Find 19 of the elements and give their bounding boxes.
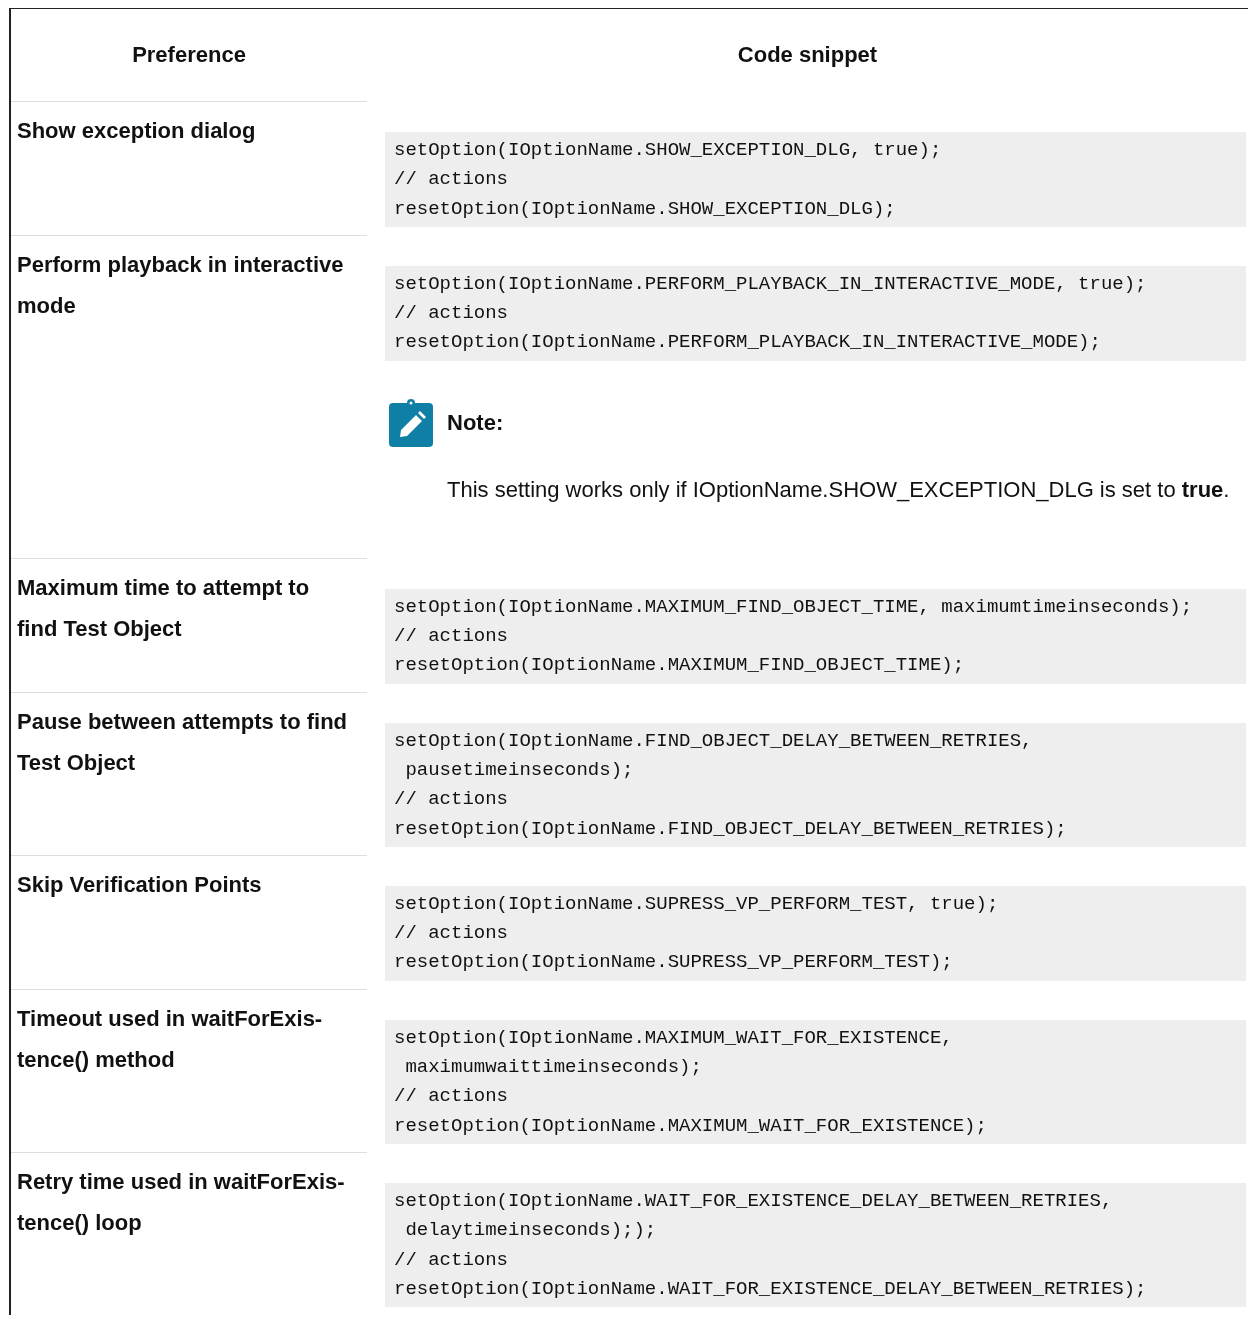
note-text: This setting works only if IOptionName.SHOW_EXCEPTION_DLG is set to true. — [447, 475, 1231, 504]
code-snippet: setOption(IOptionName.SHOW_EXCEPTION_DLG, true); // actions resetOption(IOptionName.SHOW_EXCEPTION_DLG); — [385, 132, 1246, 227]
code-snippet: setOption(IOptionName.PERFORM_PLAYBACK_IN_INTERACTIVE_MODE, true); // actions resetOption(IOptionName.PERFORM_PLAYBACK_IN_INTERACTIVE_MODE); — [385, 265, 1246, 361]
code-snippet: setOption(IOptionName.FIND_OBJECT_DELAY_BETWEEN_RETRIES, pausetimeinseconds); // actions resetOption(IOptionName.FIND_OBJECT_DELAY_BETWEEN_RETRIES); — [385, 722, 1246, 847]
preference-name: Skip Verification Points — [11, 854, 367, 989]
preference-name: Perform playback in interactive mode — [11, 234, 367, 558]
code-snippet: setOption(IOptionName.MAXIMUM_FIND_OBJECT_TIME, maximumtimeinseconds); // actions resetOption(IOptionName.MAXIMUM_FIND_OBJECT_TIME); — [385, 588, 1246, 684]
pencil-clipboard-icon — [389, 398, 433, 447]
preference-name: Maximum time to attempt to find Test Object — [11, 557, 367, 692]
preference-name: Pause between attempts to find Test Object — [11, 691, 367, 855]
preference-name: Retry time used in waitForExis- tence() loop — [11, 1151, 367, 1316]
column-header: Code snippet — [736, 41, 879, 69]
preference-name: Timeout used in waitForExis- tence() method — [11, 988, 367, 1152]
column-header: Preference — [131, 41, 247, 69]
code-snippet: setOption(IOptionName.MAXIMUM_WAIT_FOR_EXISTENCE, maximumwaittimeinseconds); // actions resetOption(IOptionName.MAXIMUM_WAIT_FOR_EXISTENCE); — [385, 1019, 1246, 1144]
code-snippet: setOption(IOptionName.WAIT_FOR_EXISTENCE_DELAY_BETWEEN_RETRIES, delaytimeinseconds);); // actions resetOption(IOptionName.WAIT_FOR_EXISTENCE_DELAY_BETWEEN_RETRIES); — [385, 1182, 1246, 1308]
preference-name: Show exception dialog — [11, 101, 367, 235]
note-title: Note: — [447, 409, 504, 436]
code-snippet: setOption(IOptionName.SUPRESS_VP_PERFORM_TEST, true); // actions resetOption(IOptionName.SUPRESS_VP_PERFORM_TEST); — [385, 885, 1246, 981]
